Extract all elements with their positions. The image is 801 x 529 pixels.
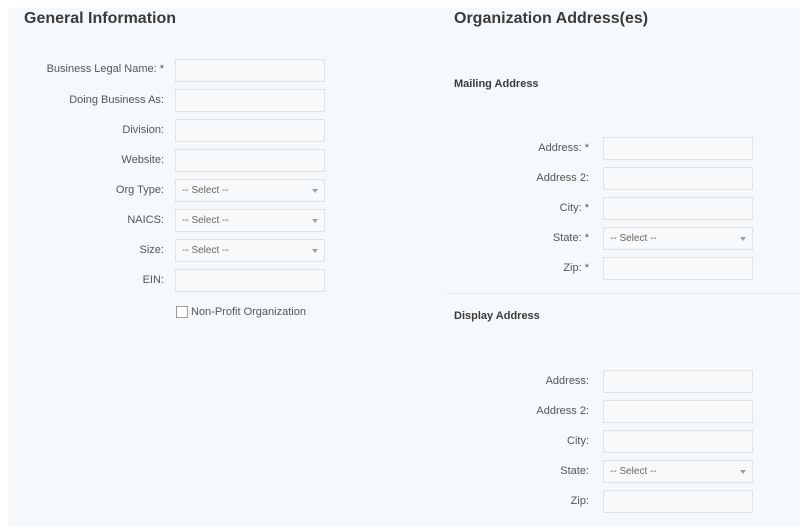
mailing-city-label: City: *: [559, 202, 589, 214]
nonprofit-label[interactable]: Non-Profit Organization: [191, 306, 306, 318]
division-label: Division:: [122, 124, 164, 136]
business-legal-name-label: Business Legal Name: *: [46, 63, 164, 75]
size-label: Size:: [139, 244, 164, 256]
website-label: Website:: [121, 154, 164, 166]
display-address-title: Display Address: [454, 310, 540, 322]
naics-select[interactable]: -- Select --: [175, 209, 325, 232]
org-type-select[interactable]: -- Select --: [175, 179, 325, 202]
naics-selected-value: -- Select --: [182, 215, 229, 226]
chevron-down-icon: [312, 219, 318, 223]
org-type-label: Org Type:: [115, 184, 164, 196]
mailing-state-select[interactable]: -- Select --: [603, 227, 753, 250]
mailing-address-title: Mailing Address: [454, 78, 539, 90]
ein-input[interactable]: [175, 269, 325, 292]
website-input[interactable]: [175, 149, 325, 172]
checkbox-icon[interactable]: [176, 305, 188, 318]
display-address-label: Address:: [545, 375, 589, 387]
business-legal-name-input[interactable]: [175, 59, 325, 82]
mailing-zip-label: Zip: *: [563, 262, 589, 274]
general-information-title: General Information: [24, 10, 177, 27]
mailing-city-input[interactable]: [603, 197, 753, 220]
division-input[interactable]: [175, 119, 325, 142]
display-city-input[interactable]: [603, 430, 753, 453]
chevron-down-icon: [312, 189, 318, 193]
display-state-select[interactable]: -- Select --: [603, 460, 753, 483]
display-address-input[interactable]: [603, 370, 753, 393]
size-selected-value: -- Select --: [182, 245, 229, 256]
display-state-label: State:: [560, 465, 589, 477]
mailing-zip-input[interactable]: [603, 257, 753, 280]
display-city-label: City:: [567, 435, 589, 447]
org-type-selected-value: -- Select --: [182, 185, 229, 196]
mailing-address-label: Address: *: [538, 142, 589, 154]
naics-label: NAICS:: [127, 214, 164, 226]
display-state-selected-value: -- Select --: [610, 466, 657, 477]
section-divider: [446, 293, 800, 294]
mailing-address-input[interactable]: [603, 137, 753, 160]
mailing-state-label: State: *: [552, 232, 589, 244]
display-zip-input[interactable]: [603, 490, 753, 513]
nonprofit-checkbox-row[interactable]: Non-Profit Organization: [176, 303, 306, 318]
mailing-state-selected-value: -- Select --: [610, 233, 657, 244]
chevron-down-icon: [740, 470, 746, 474]
mailing-address2-input[interactable]: [603, 167, 753, 190]
display-zip-label: Zip:: [570, 495, 589, 507]
size-select[interactable]: -- Select --: [175, 239, 325, 262]
display-address2-input[interactable]: [603, 400, 753, 423]
chevron-down-icon: [312, 249, 318, 253]
doing-business-as-input[interactable]: [175, 89, 325, 112]
mailing-address2-label: Address 2:: [536, 172, 589, 184]
doing-business-as-label: Doing Business As:: [69, 94, 164, 106]
chevron-down-icon: [740, 237, 746, 241]
display-address2-label: Address 2:: [536, 405, 589, 417]
ein-label: EIN:: [142, 274, 164, 286]
organization-addresses-title: Organization Address(es): [454, 10, 649, 27]
